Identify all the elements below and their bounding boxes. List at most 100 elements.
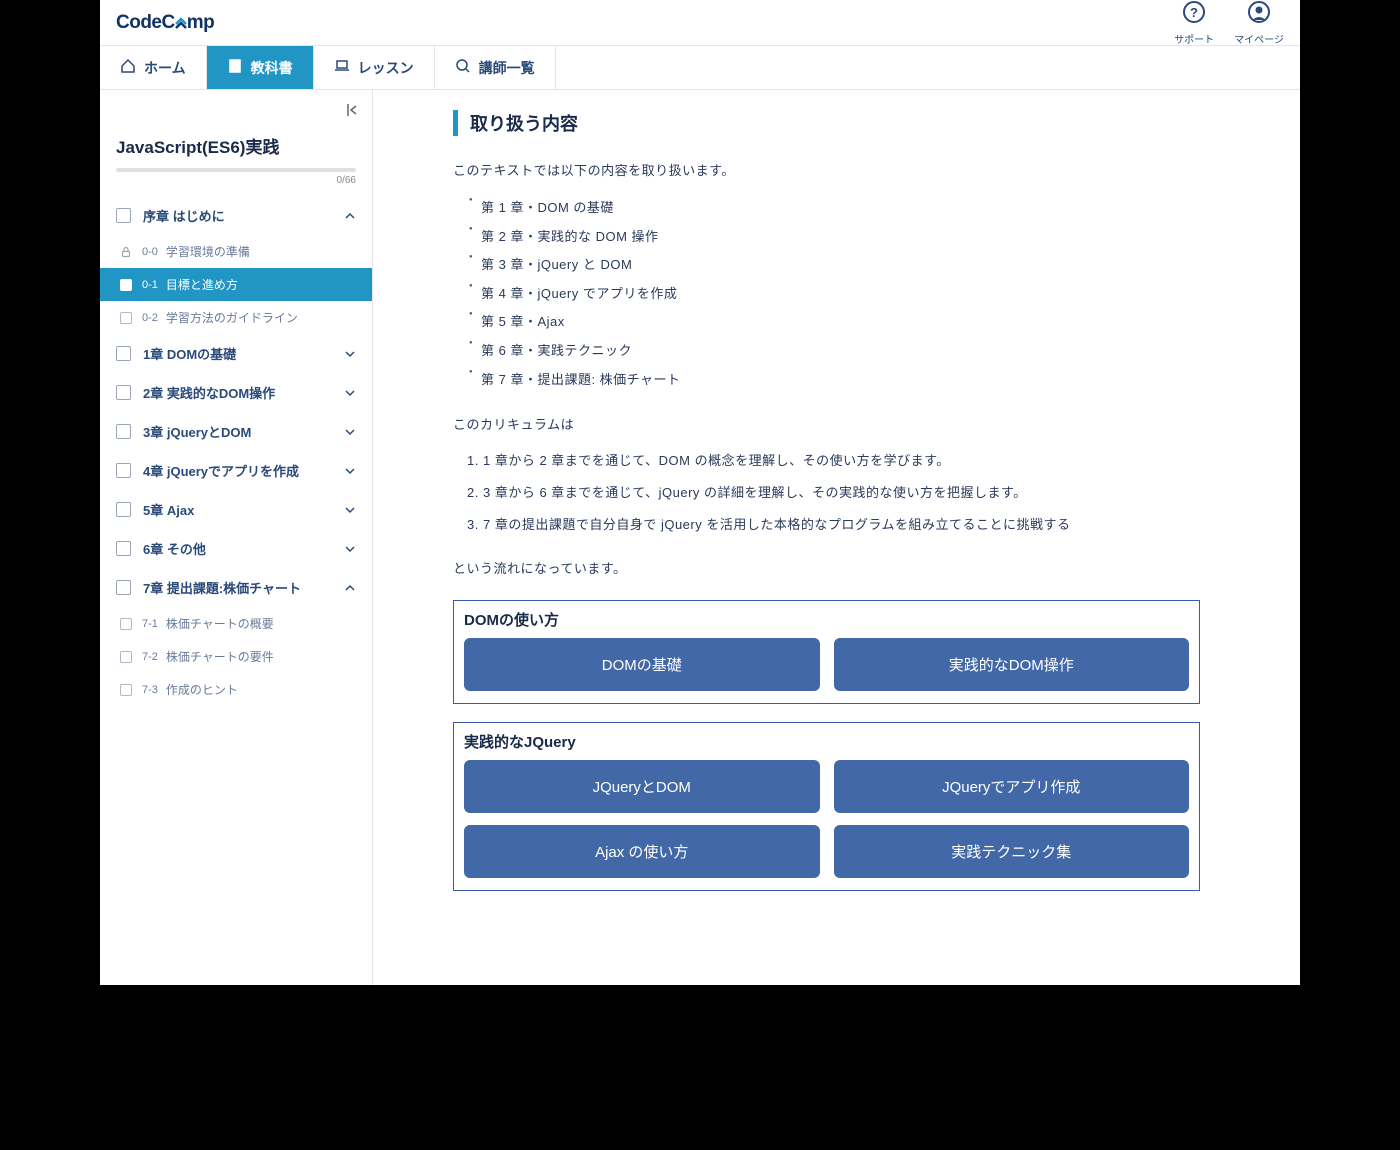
checkbox-icon	[120, 312, 132, 324]
sub-item[interactable]: 7-2 株価チャートの要件	[100, 640, 372, 673]
sub-item-title: 株価チャートの要件	[166, 648, 274, 665]
topic-groups: DOMの使い方DOMの基礎実践的なDOM操作実践的なJQueryJQueryとD…	[453, 600, 1200, 891]
sidebar: JavaScript(ES6)実践 0/66 序章 はじめに 0-0 学習環境の準備…	[100, 90, 373, 985]
help-icon: ?	[1182, 0, 1206, 29]
chapter-bullet-list: 第 1 章・DOM の基礎第 2 章・実践的な DOM 操作第 3 章・jQue…	[453, 194, 1200, 394]
checkbox-icon	[116, 424, 131, 439]
sub-item-code: 0-0	[142, 246, 158, 258]
curriculum-ordered-list: 1 章から 2 章までを通じて、DOM の概念を理解し、その使い方を学びます。3…	[483, 448, 1200, 538]
bullet-item: 第 6 章・実践テクニック	[453, 337, 1200, 366]
chapter-item[interactable]: 序章 はじめに	[100, 196, 372, 235]
topic-group-title: DOMの使い方	[464, 609, 1189, 630]
sub-item-code: 7-2	[142, 651, 158, 663]
checkbox-icon	[116, 580, 131, 595]
bullet-item: 第 2 章・実践的な DOM 操作	[453, 223, 1200, 252]
chapter-item[interactable]: 3章 jQueryとDOM	[100, 412, 372, 451]
checkbox-icon	[116, 541, 131, 556]
chapter-item[interactable]: 6章 その他	[100, 529, 372, 568]
mypage-label: マイページ	[1234, 31, 1284, 46]
chapter-label: 5章 Ajax	[143, 500, 344, 519]
brand-logo[interactable]: CodeC mp	[116, 12, 214, 34]
topic-row: JQueryとDOM JQueryでアプリ作成	[464, 760, 1189, 813]
topic-card[interactable]: DOMの基礎	[464, 638, 820, 691]
sub-item-title: 作成のヒント	[166, 681, 238, 698]
sub-item[interactable]: 0-0 学習環境の準備	[100, 235, 372, 268]
chapter-item[interactable]: 4章 jQueryでアプリを作成	[100, 451, 372, 490]
topic-card[interactable]: JQueryでアプリ作成	[834, 760, 1190, 813]
chapter-label: 2章 実践的なDOM操作	[143, 383, 344, 402]
book-icon	[227, 58, 243, 77]
progress-bar	[116, 168, 356, 172]
bullet-item: 第 5 章・Ajax	[453, 308, 1200, 337]
tab-teachers-label: 講師一覧	[479, 58, 535, 78]
topic-card[interactable]: 実践テクニック集	[834, 825, 1190, 878]
search-user-icon	[455, 58, 471, 77]
brand-suffix: mp	[187, 12, 215, 33]
sub-item[interactable]: 0-2 学習方法のガイドライン	[100, 301, 372, 334]
bullet-item: 第 3 章・jQuery と DOM	[453, 251, 1200, 280]
checkbox-icon	[116, 346, 131, 361]
support-label: サポート	[1174, 31, 1214, 46]
checkbox-icon	[116, 502, 131, 517]
checkbox-icon	[120, 279, 132, 291]
tab-home-label: ホーム	[144, 58, 186, 78]
chapter-item[interactable]: 7章 提出課題:株価チャート	[100, 568, 372, 607]
sub-item-code: 7-3	[142, 684, 158, 696]
svg-text:?: ?	[1190, 5, 1198, 20]
ordered-item: 7 章の提出課題で自分自身で jQuery を活用した本格的なプログラムを組み立…	[483, 512, 1200, 538]
topic-card[interactable]: JQueryとDOM	[464, 760, 820, 813]
topic-card[interactable]: 実践的なDOM操作	[834, 638, 1190, 691]
checkbox-icon	[116, 463, 131, 478]
sub-item-title: 目標と進め方	[166, 276, 238, 293]
checkbox-icon	[116, 385, 131, 400]
sub-item-title: 株価チャートの概要	[166, 615, 274, 632]
sub-item-title: 学習環境の準備	[166, 243, 250, 260]
tab-textbook[interactable]: 教科書	[207, 46, 314, 89]
sub-item-code: 7-1	[142, 618, 158, 630]
chapter-item[interactable]: 2章 実践的なDOM操作	[100, 373, 372, 412]
mypage-button[interactable]: マイページ	[1234, 0, 1284, 46]
page-title: 取り扱う内容	[453, 110, 1200, 136]
chapter-item[interactable]: 1章 DOMの基礎	[100, 334, 372, 373]
header-right: ? サポート マイページ	[1174, 0, 1284, 46]
bullet-item: 第 7 章・提出課題: 株価チャート	[453, 366, 1200, 395]
checkbox-icon	[120, 684, 132, 696]
topic-group: 実践的なJQueryJQueryとDOMJQueryでアプリ作成Ajax の使い…	[453, 722, 1200, 891]
content: 取り扱う内容 このテキストでは以下の内容を取り扱います。 第 1 章・DOM の…	[373, 90, 1300, 985]
sub-item[interactable]: 0-1目標と進め方	[100, 268, 372, 301]
home-icon	[120, 58, 136, 77]
nav-tabs: ホーム 教科書 レッスン 講師一覧	[100, 46, 1300, 90]
course-title: JavaScript(ES6)実践	[100, 127, 372, 168]
sub-item[interactable]: 7-3 作成のヒント	[100, 673, 372, 706]
bullet-item: 第 4 章・jQuery でアプリを作成	[453, 280, 1200, 309]
lead2-text: このカリキュラムは	[453, 412, 1200, 438]
chapter-label: 序章 はじめに	[143, 206, 344, 225]
laptop-icon	[334, 58, 350, 77]
bullet-item: 第 1 章・DOM の基礎	[453, 194, 1200, 223]
chapter-label: 1章 DOMの基礎	[143, 344, 344, 363]
sub-item-title: 学習方法のガイドライン	[166, 309, 298, 326]
main: JavaScript(ES6)実践 0/66 序章 はじめに 0-0 学習環境の準備…	[100, 90, 1300, 985]
sub-item-code: 0-2	[142, 312, 158, 324]
chapter-label: 4章 jQueryでアプリを作成	[143, 461, 344, 480]
progress-row: 0/66	[100, 168, 372, 196]
brand-prefix: CodeC	[116, 12, 175, 33]
chapter-label: 6章 その他	[143, 539, 344, 558]
checkbox-icon	[116, 208, 131, 223]
topic-group: DOMの使い方 DOMの基礎実践的なDOM操作	[453, 600, 1200, 704]
tab-teachers[interactable]: 講師一覧	[435, 46, 556, 89]
topic-card[interactable]: Ajax の使い方	[464, 825, 820, 878]
tab-home[interactable]: ホーム	[100, 46, 207, 89]
chapter-item[interactable]: 5章 Ajax	[100, 490, 372, 529]
lock-icon	[120, 246, 132, 258]
collapse-sidebar-button[interactable]	[100, 98, 372, 127]
support-button[interactable]: ? サポート	[1174, 0, 1214, 46]
tab-lesson[interactable]: レッスン	[314, 46, 435, 89]
sub-item[interactable]: 7-1 株価チャートの概要	[100, 607, 372, 640]
chapter-label: 7章 提出課題:株価チャート	[143, 578, 344, 597]
collapse-icon	[344, 105, 360, 122]
outro-text: という流れになっています。	[453, 556, 1200, 582]
topic-row: DOMの基礎実践的なDOM操作	[464, 638, 1189, 691]
ordered-item: 1 章から 2 章までを通じて、DOM の概念を理解し、その使い方を学びます。	[483, 448, 1200, 474]
header: CodeC mp ? サポート マイページ	[100, 0, 1300, 46]
